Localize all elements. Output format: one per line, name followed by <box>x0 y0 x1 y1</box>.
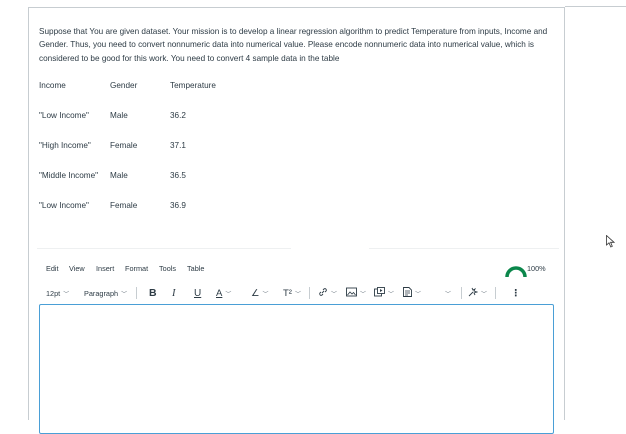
cell-gender: Female <box>110 201 138 210</box>
cell-income: "Low Income" <box>39 201 89 210</box>
cell-income: "Low Income" <box>39 111 89 120</box>
media-icon <box>374 286 385 300</box>
italic-button[interactable]: I <box>172 285 176 301</box>
superscript-button[interactable]: T² ﹀ <box>283 285 301 301</box>
cell-income: "High Income" <box>39 141 91 150</box>
question-text: Suppose that You are given dataset. Your… <box>39 27 548 63</box>
chevron-down-icon: ﹀ <box>262 291 269 298</box>
image-icon <box>346 287 357 300</box>
chevron-down-icon: ﹀ <box>481 291 488 298</box>
menu-insert[interactable]: Insert <box>96 264 114 273</box>
link-icon <box>318 287 328 300</box>
header-temperature: Temperature <box>170 81 216 90</box>
text-color-icon: A <box>216 287 223 299</box>
chevron-down-icon: ﹀ <box>294 291 301 298</box>
block-format-select[interactable]: Paragraph ﹀ <box>84 285 127 301</box>
toolbar-separator <box>495 287 496 299</box>
menu-format[interactable]: Format <box>125 264 148 273</box>
media-button[interactable]: ﹀ <box>374 285 394 301</box>
underline-button[interactable]: U <box>194 285 201 301</box>
toolbar-separator <box>136 287 137 299</box>
text-color-button[interactable]: A ﹀ <box>216 285 231 301</box>
chevron-down-icon: ﹀ <box>331 291 338 298</box>
chevron-down-icon: ﹀ <box>121 291 128 298</box>
top-divider <box>565 6 626 7</box>
document-button[interactable]: ﹀ <box>403 285 421 301</box>
more-tools-dropdown[interactable]: ﹀ <box>442 285 451 301</box>
header-income: Income <box>39 81 66 90</box>
lti-plugin-icon <box>468 287 479 300</box>
chevron-down-icon: ﹀ <box>360 291 367 298</box>
document-icon <box>403 286 412 300</box>
bold-button[interactable]: B <box>149 285 157 301</box>
cell-income: "Middle Income" <box>39 171 99 180</box>
lti-plugin-button[interactable]: ﹀ <box>468 285 487 301</box>
cell-temperature: 36.9 <box>170 201 186 210</box>
divider <box>37 248 291 249</box>
highlight-color-button[interactable]: ∠ ﹀ <box>251 285 269 301</box>
link-button[interactable]: ﹀ <box>318 285 337 301</box>
zoom-level: 100% <box>527 264 546 273</box>
chevron-down-icon: ﹀ <box>63 291 70 298</box>
highlight-icon: ∠ <box>251 287 260 299</box>
toolbar-separator <box>461 287 462 299</box>
font-size-value: 12pt <box>46 288 61 298</box>
header-gender: Gender <box>110 81 138 90</box>
menu-edit[interactable]: Edit <box>46 264 59 273</box>
cell-temperature: 37.1 <box>170 141 186 150</box>
font-size-select[interactable]: 12pt ﹀ <box>46 285 69 301</box>
mouse-pointer-icon <box>606 234 616 248</box>
chevron-down-icon: ﹀ <box>415 291 422 298</box>
chevron-down-icon: ﹀ <box>225 291 232 298</box>
block-format-value: Paragraph <box>84 288 119 298</box>
menu-view[interactable]: View <box>69 264 85 273</box>
cell-gender: Male <box>110 171 128 180</box>
superscript-icon: T² <box>283 287 292 299</box>
rich-text-editor[interactable] <box>39 304 554 434</box>
accessibility-gauge-icon[interactable] <box>505 264 527 278</box>
menu-table[interactable]: Table <box>187 264 204 273</box>
divider <box>369 248 559 249</box>
cell-temperature: 36.5 <box>170 171 186 180</box>
toolbar-separator <box>309 287 310 299</box>
image-button[interactable]: ﹀ <box>346 285 366 301</box>
chevron-down-icon: ﹀ <box>445 291 452 298</box>
cell-temperature: 36.2 <box>170 111 186 120</box>
menu-tools[interactable]: Tools <box>159 264 176 273</box>
question-card: Suppose that You are given dataset. Your… <box>28 7 565 434</box>
cell-gender: Female <box>110 141 138 150</box>
more-icon[interactable]: ⋮ <box>511 285 521 301</box>
cell-gender: Male <box>110 111 128 120</box>
chevron-down-icon: ﹀ <box>388 291 395 298</box>
